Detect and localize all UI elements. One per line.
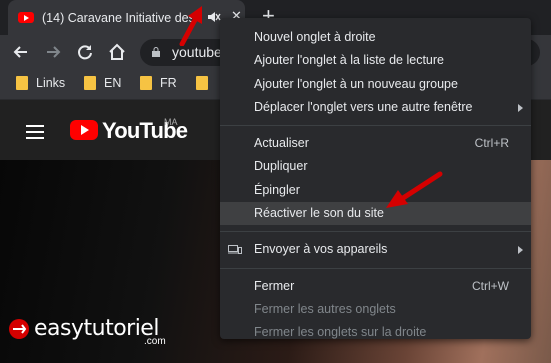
menu-item[interactable]: Ajouter l'onglet à un nouveau groupe	[220, 73, 531, 96]
back-icon[interactable]	[10, 41, 32, 63]
youtube-logo-icon[interactable]	[70, 120, 98, 140]
hamburger-menu-icon[interactable]	[26, 125, 44, 143]
menu-item: Fermer les onglets sur la droite	[220, 321, 531, 344]
menu-item[interactable]: Actualiser Ctrl+R	[220, 132, 531, 155]
folder-icon	[16, 76, 28, 90]
bookmark-folder[interactable]	[196, 76, 216, 90]
bookmark-label: FR	[160, 76, 177, 90]
menu-item-label: Déplacer l'onglet vers une autre fenêtre	[254, 99, 473, 114]
easytutoriel-watermark: easytutoriel .com	[8, 316, 166, 347]
menu-item-shortcut: Ctrl+W	[472, 278, 509, 293]
menu-item-label: Envoyer à vos appareils	[254, 242, 388, 257]
reload-icon[interactable]	[74, 41, 96, 63]
menu-item-label: Ajouter l'onglet à un nouveau groupe	[254, 76, 458, 91]
menu-separator	[220, 231, 531, 233]
submenu-arrow-icon	[518, 103, 523, 112]
easytutoriel-logo-icon	[9, 318, 29, 339]
menu-item-label: Fermer les onglets sur la droite	[254, 325, 427, 340]
tab-title: (14) Caravane Initiative des Je	[42, 10, 192, 25]
submenu-arrow-icon	[518, 246, 523, 255]
menu-item-label: Épingler	[254, 182, 300, 197]
menu-item-label: Actualiser	[254, 136, 309, 151]
browser-tab[interactable]: (14) Caravane Initiative des Je ✕	[8, 0, 245, 35]
folder-icon	[140, 76, 152, 90]
folder-icon	[84, 76, 96, 90]
menu-item[interactable]: Fermer Ctrl+W	[220, 275, 531, 298]
folder-icon	[196, 76, 208, 90]
menu-item-label: Fermer	[254, 278, 295, 293]
bookmark-folder[interactable]: Links	[16, 76, 65, 90]
menu-item[interactable]: Réactiver le son du site	[220, 202, 531, 226]
muted-speaker-icon[interactable]	[207, 10, 221, 24]
bookmark-folder[interactable]: FR	[140, 76, 177, 90]
devices-icon	[228, 245, 242, 255]
address-text: youtube	[172, 44, 222, 60]
tab-context-menu: Nouvel onglet à droite Ajouter l'onglet à…	[220, 18, 531, 339]
watermark-text: easytutoriel	[34, 316, 159, 341]
bookmark-folder[interactable]: EN	[84, 76, 121, 90]
red-arrow-annotation	[179, 6, 202, 46]
menu-item-label: Réactiver le son du site	[254, 206, 384, 221]
menu-item[interactable]: Dupliquer	[220, 155, 531, 178]
menu-item-label: Dupliquer	[254, 159, 308, 174]
bookmark-label: Links	[36, 76, 66, 90]
red-arrow-annotation	[386, 171, 443, 208]
menu-item-shortcut: Ctrl+R	[474, 136, 509, 151]
menu-item[interactable]: Nouvel onglet à droite	[220, 26, 531, 49]
menu-item-label: Fermer les autres onglets	[254, 301, 396, 316]
menu-item[interactable]: Épingler	[220, 179, 531, 202]
lock-icon	[152, 47, 160, 57]
watermark-suffix: .com	[144, 336, 166, 347]
region-code: MA	[164, 117, 178, 127]
home-icon[interactable]	[106, 41, 128, 63]
menu-item[interactable]: Ajouter l'onglet à la liste de lecture	[220, 49, 531, 72]
menu-item-label: Nouvel onglet à droite	[254, 30, 376, 44]
menu-separator	[220, 267, 531, 269]
menu-item-label: Ajouter l'onglet à la liste de lecture	[254, 53, 444, 68]
menu-item[interactable]: Déplacer l'onglet vers une autre fenêtre	[220, 96, 531, 119]
bookmark-label: EN	[104, 76, 122, 90]
forward-icon[interactable]	[42, 41, 64, 63]
menu-item[interactable]: Envoyer à vos appareils	[220, 238, 531, 261]
menu-item: Fermer les autres onglets	[220, 298, 531, 321]
menu-separator	[220, 125, 531, 127]
youtube-favicon-icon	[18, 12, 34, 23]
